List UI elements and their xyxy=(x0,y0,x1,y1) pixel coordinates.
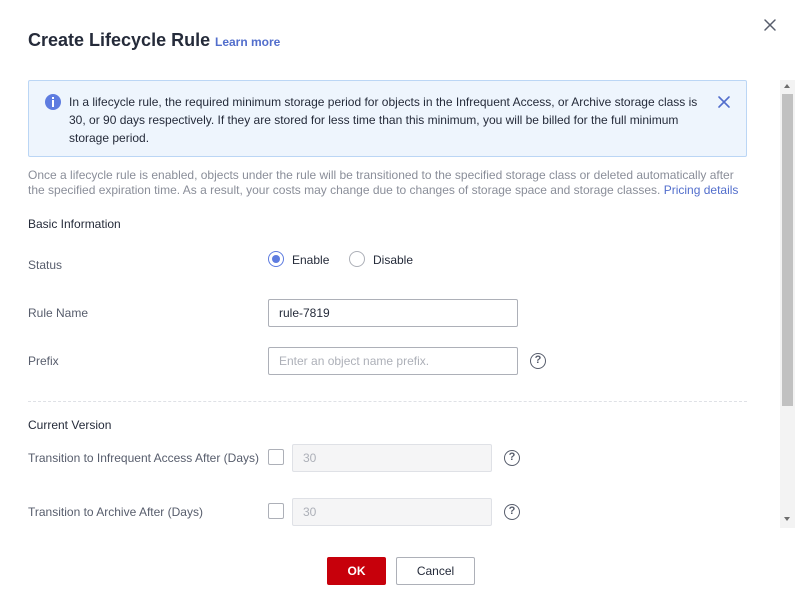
status-enable-label[interactable]: Enable xyxy=(292,253,329,267)
transition-archive-help-icon[interactable]: ? xyxy=(504,504,520,520)
section-divider xyxy=(28,401,747,402)
rule-description: Once a lifecycle rule is enabled, object… xyxy=(28,168,753,198)
status-label: Status xyxy=(28,258,63,272)
scroll-down-arrow-icon[interactable] xyxy=(784,517,790,521)
prefix-input[interactable] xyxy=(268,347,518,375)
notice-close-icon[interactable] xyxy=(717,95,731,109)
current-version-heading: Current Version xyxy=(28,418,112,432)
info-icon xyxy=(45,94,61,110)
transition-ia-label: Transition to Infrequent Access After (D… xyxy=(28,451,259,465)
dialog-title: Create Lifecycle Rule xyxy=(28,30,211,50)
vertical-scrollbar[interactable] xyxy=(780,80,795,528)
dialog-body: In a lifecycle rule, the required minimu… xyxy=(0,70,780,530)
transition-archive-label: Transition to Archive After (Days) xyxy=(28,505,203,519)
transition-ia-help-icon[interactable]: ? xyxy=(504,450,520,466)
create-lifecycle-rule-dialog: Create Lifecycle Rule Learn more In a li… xyxy=(0,0,795,615)
rule-name-input[interactable] xyxy=(268,299,518,327)
close-icon[interactable] xyxy=(761,16,779,34)
status-disable-radio[interactable] xyxy=(349,251,365,267)
status-disable-label[interactable]: Disable xyxy=(373,253,413,267)
scroll-up-arrow-icon[interactable] xyxy=(784,84,790,88)
transition-ia-days-input[interactable] xyxy=(292,444,492,472)
basic-information-heading: Basic Information xyxy=(28,217,121,231)
ok-button[interactable]: OK xyxy=(327,557,386,585)
transition-archive-days-input[interactable] xyxy=(292,498,492,526)
scrollbar-thumb[interactable] xyxy=(782,94,793,406)
info-notice: In a lifecycle rule, the required minimu… xyxy=(28,80,747,157)
cancel-button[interactable]: Cancel xyxy=(396,557,475,585)
description-text: Once a lifecycle rule is enabled, object… xyxy=(28,168,734,197)
pricing-details-link[interactable]: Pricing details xyxy=(664,183,739,197)
rule-name-label: Rule Name xyxy=(28,306,89,320)
status-enable-radio[interactable] xyxy=(268,251,284,267)
transition-ia-checkbox[interactable] xyxy=(268,449,284,465)
learn-more-link[interactable]: Learn more xyxy=(215,35,280,49)
transition-archive-checkbox[interactable] xyxy=(268,503,284,519)
prefix-help-icon[interactable]: ? xyxy=(530,353,546,369)
prefix-label: Prefix xyxy=(28,354,59,368)
notice-text: In a lifecycle rule, the required minimu… xyxy=(69,95,698,145)
